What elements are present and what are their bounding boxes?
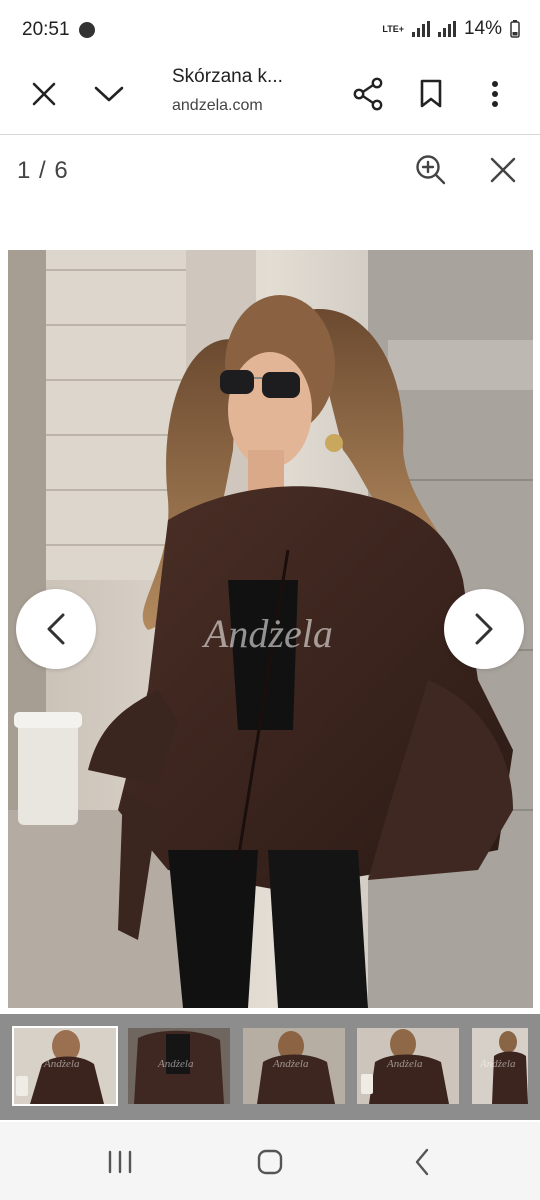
zoom-button[interactable] [409, 148, 453, 192]
status-time: 20:51 [22, 19, 70, 40]
image-counter: 1 / 6 [17, 157, 69, 184]
recent-apps-button[interactable] [100, 1146, 140, 1178]
gallery-close-button[interactable] [481, 148, 525, 192]
close-icon [490, 157, 516, 183]
chevron-left-icon [47, 613, 65, 645]
share-icon [353, 77, 383, 111]
thumbnail-watermark: Andżela [273, 1058, 309, 1070]
browser-toolbar: Skórzana k... andzela.com [0, 58, 540, 135]
home-icon [257, 1149, 283, 1175]
back-button[interactable] [402, 1146, 442, 1178]
thumbnail-2[interactable]: Andżela [128, 1028, 230, 1104]
status-bar: 20:51 LTE+ 14% [0, 0, 540, 58]
thumbnail-4[interactable]: Andżela [357, 1028, 459, 1104]
signal-icon [411, 21, 430, 37]
gallery-header: 1 / 6 [0, 135, 540, 205]
status-right: LTE+ 14% [382, 18, 520, 40]
battery-level: 14% [463, 18, 502, 39]
thumbnail-strip: Andżela Andżela Andżela Andżela Andżela [0, 1014, 540, 1120]
prev-image-button[interactable] [16, 589, 96, 669]
thumbnail-3[interactable]: Andżela [243, 1028, 345, 1104]
battery-icon [510, 20, 520, 38]
thumbnail-watermark: Andżela [387, 1058, 423, 1070]
next-image-button[interactable] [444, 589, 524, 669]
thumbnail-watermark: Andżela [44, 1058, 80, 1070]
thumbnail-1[interactable]: Andżela [12, 1026, 118, 1106]
recent-apps-icon [108, 1150, 132, 1174]
chevron-down-icon [94, 86, 124, 102]
network-type: LTE+ [382, 23, 404, 34]
image-watermark: Andżela [204, 611, 333, 656]
zoom-in-icon [416, 155, 446, 185]
menu-button[interactable] [473, 72, 517, 116]
signal-icon-2 [437, 21, 456, 37]
page-url[interactable]: andzela.com [172, 97, 263, 115]
notification-icon [79, 22, 95, 38]
more-vert-icon [492, 81, 498, 107]
thumbnail-5[interactable]: Andżela [472, 1028, 528, 1104]
expand-button[interactable] [87, 72, 131, 116]
home-button[interactable] [250, 1146, 290, 1178]
system-nav-bar [0, 1122, 540, 1200]
bookmark-button[interactable] [409, 72, 453, 116]
thumbnail-watermark: Andżela [158, 1058, 194, 1070]
bookmark-icon [420, 79, 442, 108]
close-button[interactable] [22, 72, 66, 116]
page-title[interactable]: Skórzana k... [172, 66, 283, 88]
back-icon [415, 1148, 429, 1176]
thumbnail-watermark: Andżela [480, 1058, 516, 1070]
chevron-right-icon [475, 613, 493, 645]
close-icon [32, 82, 56, 106]
share-button[interactable] [346, 72, 390, 116]
